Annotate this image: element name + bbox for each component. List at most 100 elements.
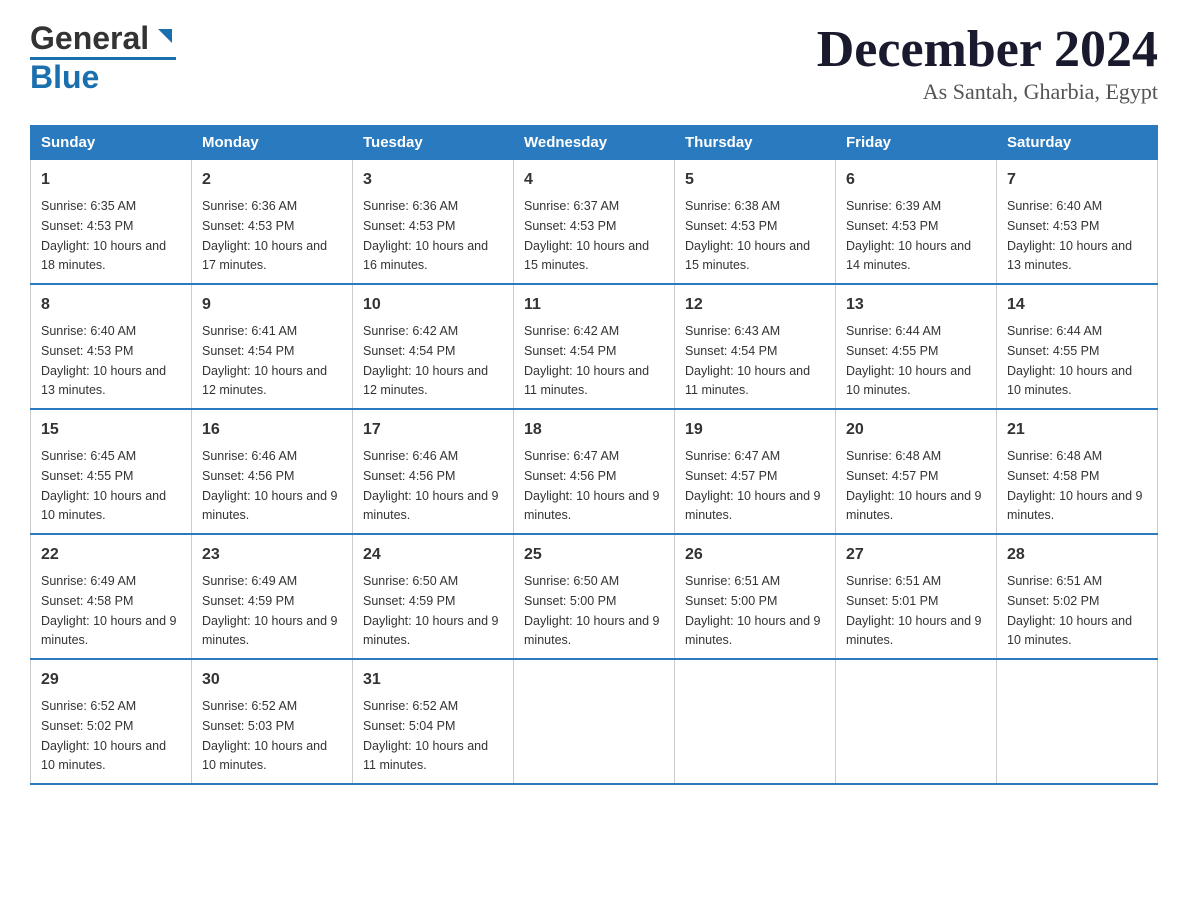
calendar-day-cell: 25 Sunrise: 6:50 AM Sunset: 5:00 PM Dayl…	[514, 534, 675, 659]
day-sunset: Sunset: 4:53 PM	[202, 219, 294, 233]
day-daylight: Daylight: 10 hours and 10 minutes.	[846, 364, 971, 398]
calendar-day-cell: 23 Sunrise: 6:49 AM Sunset: 4:59 PM Dayl…	[192, 534, 353, 659]
calendar-day-cell	[997, 659, 1158, 784]
calendar-day-cell	[836, 659, 997, 784]
day-daylight: Daylight: 10 hours and 9 minutes.	[363, 489, 499, 523]
day-sunset: Sunset: 4:53 PM	[41, 219, 133, 233]
day-sunset: Sunset: 4:54 PM	[685, 344, 777, 358]
day-sunset: Sunset: 4:56 PM	[202, 469, 294, 483]
day-sunset: Sunset: 4:56 PM	[363, 469, 455, 483]
day-sunrise: Sunrise: 6:40 AM	[1007, 199, 1102, 213]
day-sunset: Sunset: 4:53 PM	[1007, 219, 1099, 233]
day-number: 10	[363, 293, 503, 317]
day-daylight: Daylight: 10 hours and 13 minutes.	[41, 364, 166, 398]
day-daylight: Daylight: 10 hours and 9 minutes.	[846, 489, 982, 523]
day-sunset: Sunset: 5:04 PM	[363, 719, 455, 733]
day-sunset: Sunset: 5:02 PM	[1007, 594, 1099, 608]
day-sunrise: Sunrise: 6:50 AM	[363, 574, 458, 588]
day-number: 24	[363, 543, 503, 567]
day-daylight: Daylight: 10 hours and 9 minutes.	[1007, 489, 1143, 523]
calendar-day-cell: 19 Sunrise: 6:47 AM Sunset: 4:57 PM Dayl…	[675, 409, 836, 534]
day-sunrise: Sunrise: 6:42 AM	[524, 324, 619, 338]
calendar-day-cell: 4 Sunrise: 6:37 AM Sunset: 4:53 PM Dayli…	[514, 160, 675, 285]
calendar-week-row: 22 Sunrise: 6:49 AM Sunset: 4:58 PM Dayl…	[31, 534, 1158, 659]
day-sunrise: Sunrise: 6:46 AM	[363, 449, 458, 463]
day-number: 29	[41, 668, 181, 692]
calendar-day-cell: 7 Sunrise: 6:40 AM Sunset: 4:53 PM Dayli…	[997, 160, 1158, 285]
day-daylight: Daylight: 10 hours and 11 minutes.	[685, 364, 810, 398]
day-sunrise: Sunrise: 6:42 AM	[363, 324, 458, 338]
day-number: 20	[846, 418, 986, 442]
day-daylight: Daylight: 10 hours and 12 minutes.	[202, 364, 327, 398]
calendar-week-row: 15 Sunrise: 6:45 AM Sunset: 4:55 PM Dayl…	[31, 409, 1158, 534]
calendar-day-cell: 5 Sunrise: 6:38 AM Sunset: 4:53 PM Dayli…	[675, 160, 836, 285]
day-number: 23	[202, 543, 342, 567]
day-daylight: Daylight: 10 hours and 10 minutes.	[41, 739, 166, 773]
col-tuesday: Tuesday	[353, 126, 514, 160]
calendar-week-row: 29 Sunrise: 6:52 AM Sunset: 5:02 PM Dayl…	[31, 659, 1158, 784]
day-daylight: Daylight: 10 hours and 10 minutes.	[202, 739, 327, 773]
day-number: 25	[524, 543, 664, 567]
day-sunrise: Sunrise: 6:52 AM	[363, 699, 458, 713]
day-number: 17	[363, 418, 503, 442]
day-sunset: Sunset: 4:55 PM	[1007, 344, 1099, 358]
day-sunrise: Sunrise: 6:49 AM	[202, 574, 297, 588]
day-sunset: Sunset: 4:59 PM	[363, 594, 455, 608]
day-sunset: Sunset: 4:58 PM	[1007, 469, 1099, 483]
title-area: December 2024 As Santah, Gharbia, Egypt	[817, 20, 1158, 105]
calendar-day-cell: 30 Sunrise: 6:52 AM Sunset: 5:03 PM Dayl…	[192, 659, 353, 784]
calendar-day-cell: 31 Sunrise: 6:52 AM Sunset: 5:04 PM Dayl…	[353, 659, 514, 784]
calendar-day-cell: 13 Sunrise: 6:44 AM Sunset: 4:55 PM Dayl…	[836, 284, 997, 409]
day-daylight: Daylight: 10 hours and 10 minutes.	[1007, 614, 1132, 648]
day-sunset: Sunset: 5:03 PM	[202, 719, 294, 733]
day-number: 2	[202, 168, 342, 192]
day-sunrise: Sunrise: 6:38 AM	[685, 199, 780, 213]
calendar-week-row: 8 Sunrise: 6:40 AM Sunset: 4:53 PM Dayli…	[31, 284, 1158, 409]
day-daylight: Daylight: 10 hours and 9 minutes.	[524, 489, 660, 523]
day-daylight: Daylight: 10 hours and 13 minutes.	[1007, 239, 1132, 273]
calendar-day-cell: 20 Sunrise: 6:48 AM Sunset: 4:57 PM Dayl…	[836, 409, 997, 534]
day-number: 27	[846, 543, 986, 567]
calendar-day-cell: 14 Sunrise: 6:44 AM Sunset: 4:55 PM Dayl…	[997, 284, 1158, 409]
calendar-day-cell: 8 Sunrise: 6:40 AM Sunset: 4:53 PM Dayli…	[31, 284, 192, 409]
logo-general-text: General	[30, 20, 149, 57]
calendar-header-row: Sunday Monday Tuesday Wednesday Thursday…	[31, 126, 1158, 160]
col-monday: Monday	[192, 126, 353, 160]
day-daylight: Daylight: 10 hours and 16 minutes.	[363, 239, 488, 273]
col-wednesday: Wednesday	[514, 126, 675, 160]
day-sunrise: Sunrise: 6:51 AM	[846, 574, 941, 588]
calendar-week-row: 1 Sunrise: 6:35 AM Sunset: 4:53 PM Dayli…	[31, 160, 1158, 285]
day-sunset: Sunset: 4:57 PM	[846, 469, 938, 483]
calendar-day-cell: 2 Sunrise: 6:36 AM Sunset: 4:53 PM Dayli…	[192, 160, 353, 285]
calendar-day-cell: 12 Sunrise: 6:43 AM Sunset: 4:54 PM Dayl…	[675, 284, 836, 409]
day-sunrise: Sunrise: 6:44 AM	[846, 324, 941, 338]
day-sunset: Sunset: 4:58 PM	[41, 594, 133, 608]
day-number: 8	[41, 293, 181, 317]
calendar-subtitle: As Santah, Gharbia, Egypt	[817, 79, 1158, 105]
calendar-day-cell: 3 Sunrise: 6:36 AM Sunset: 4:53 PM Dayli…	[353, 160, 514, 285]
day-number: 30	[202, 668, 342, 692]
calendar-day-cell: 6 Sunrise: 6:39 AM Sunset: 4:53 PM Dayli…	[836, 160, 997, 285]
day-daylight: Daylight: 10 hours and 9 minutes.	[524, 614, 660, 648]
day-sunset: Sunset: 5:01 PM	[846, 594, 938, 608]
col-sunday: Sunday	[31, 126, 192, 160]
day-number: 5	[685, 168, 825, 192]
day-sunrise: Sunrise: 6:52 AM	[202, 699, 297, 713]
day-daylight: Daylight: 10 hours and 11 minutes.	[363, 739, 488, 773]
calendar-day-cell: 9 Sunrise: 6:41 AM Sunset: 4:54 PM Dayli…	[192, 284, 353, 409]
day-sunrise: Sunrise: 6:49 AM	[41, 574, 136, 588]
day-sunset: Sunset: 4:54 PM	[524, 344, 616, 358]
day-sunrise: Sunrise: 6:44 AM	[1007, 324, 1102, 338]
day-number: 13	[846, 293, 986, 317]
header: General Blue December 2024 As Santah, Gh…	[30, 20, 1158, 105]
calendar-day-cell: 1 Sunrise: 6:35 AM Sunset: 4:53 PM Dayli…	[31, 160, 192, 285]
day-number: 22	[41, 543, 181, 567]
day-sunrise: Sunrise: 6:51 AM	[685, 574, 780, 588]
day-daylight: Daylight: 10 hours and 9 minutes.	[202, 614, 338, 648]
day-daylight: Daylight: 10 hours and 11 minutes.	[524, 364, 649, 398]
col-saturday: Saturday	[997, 126, 1158, 160]
day-number: 14	[1007, 293, 1147, 317]
day-daylight: Daylight: 10 hours and 9 minutes.	[41, 614, 177, 648]
calendar-day-cell: 21 Sunrise: 6:48 AM Sunset: 4:58 PM Dayl…	[997, 409, 1158, 534]
day-sunset: Sunset: 4:57 PM	[685, 469, 777, 483]
